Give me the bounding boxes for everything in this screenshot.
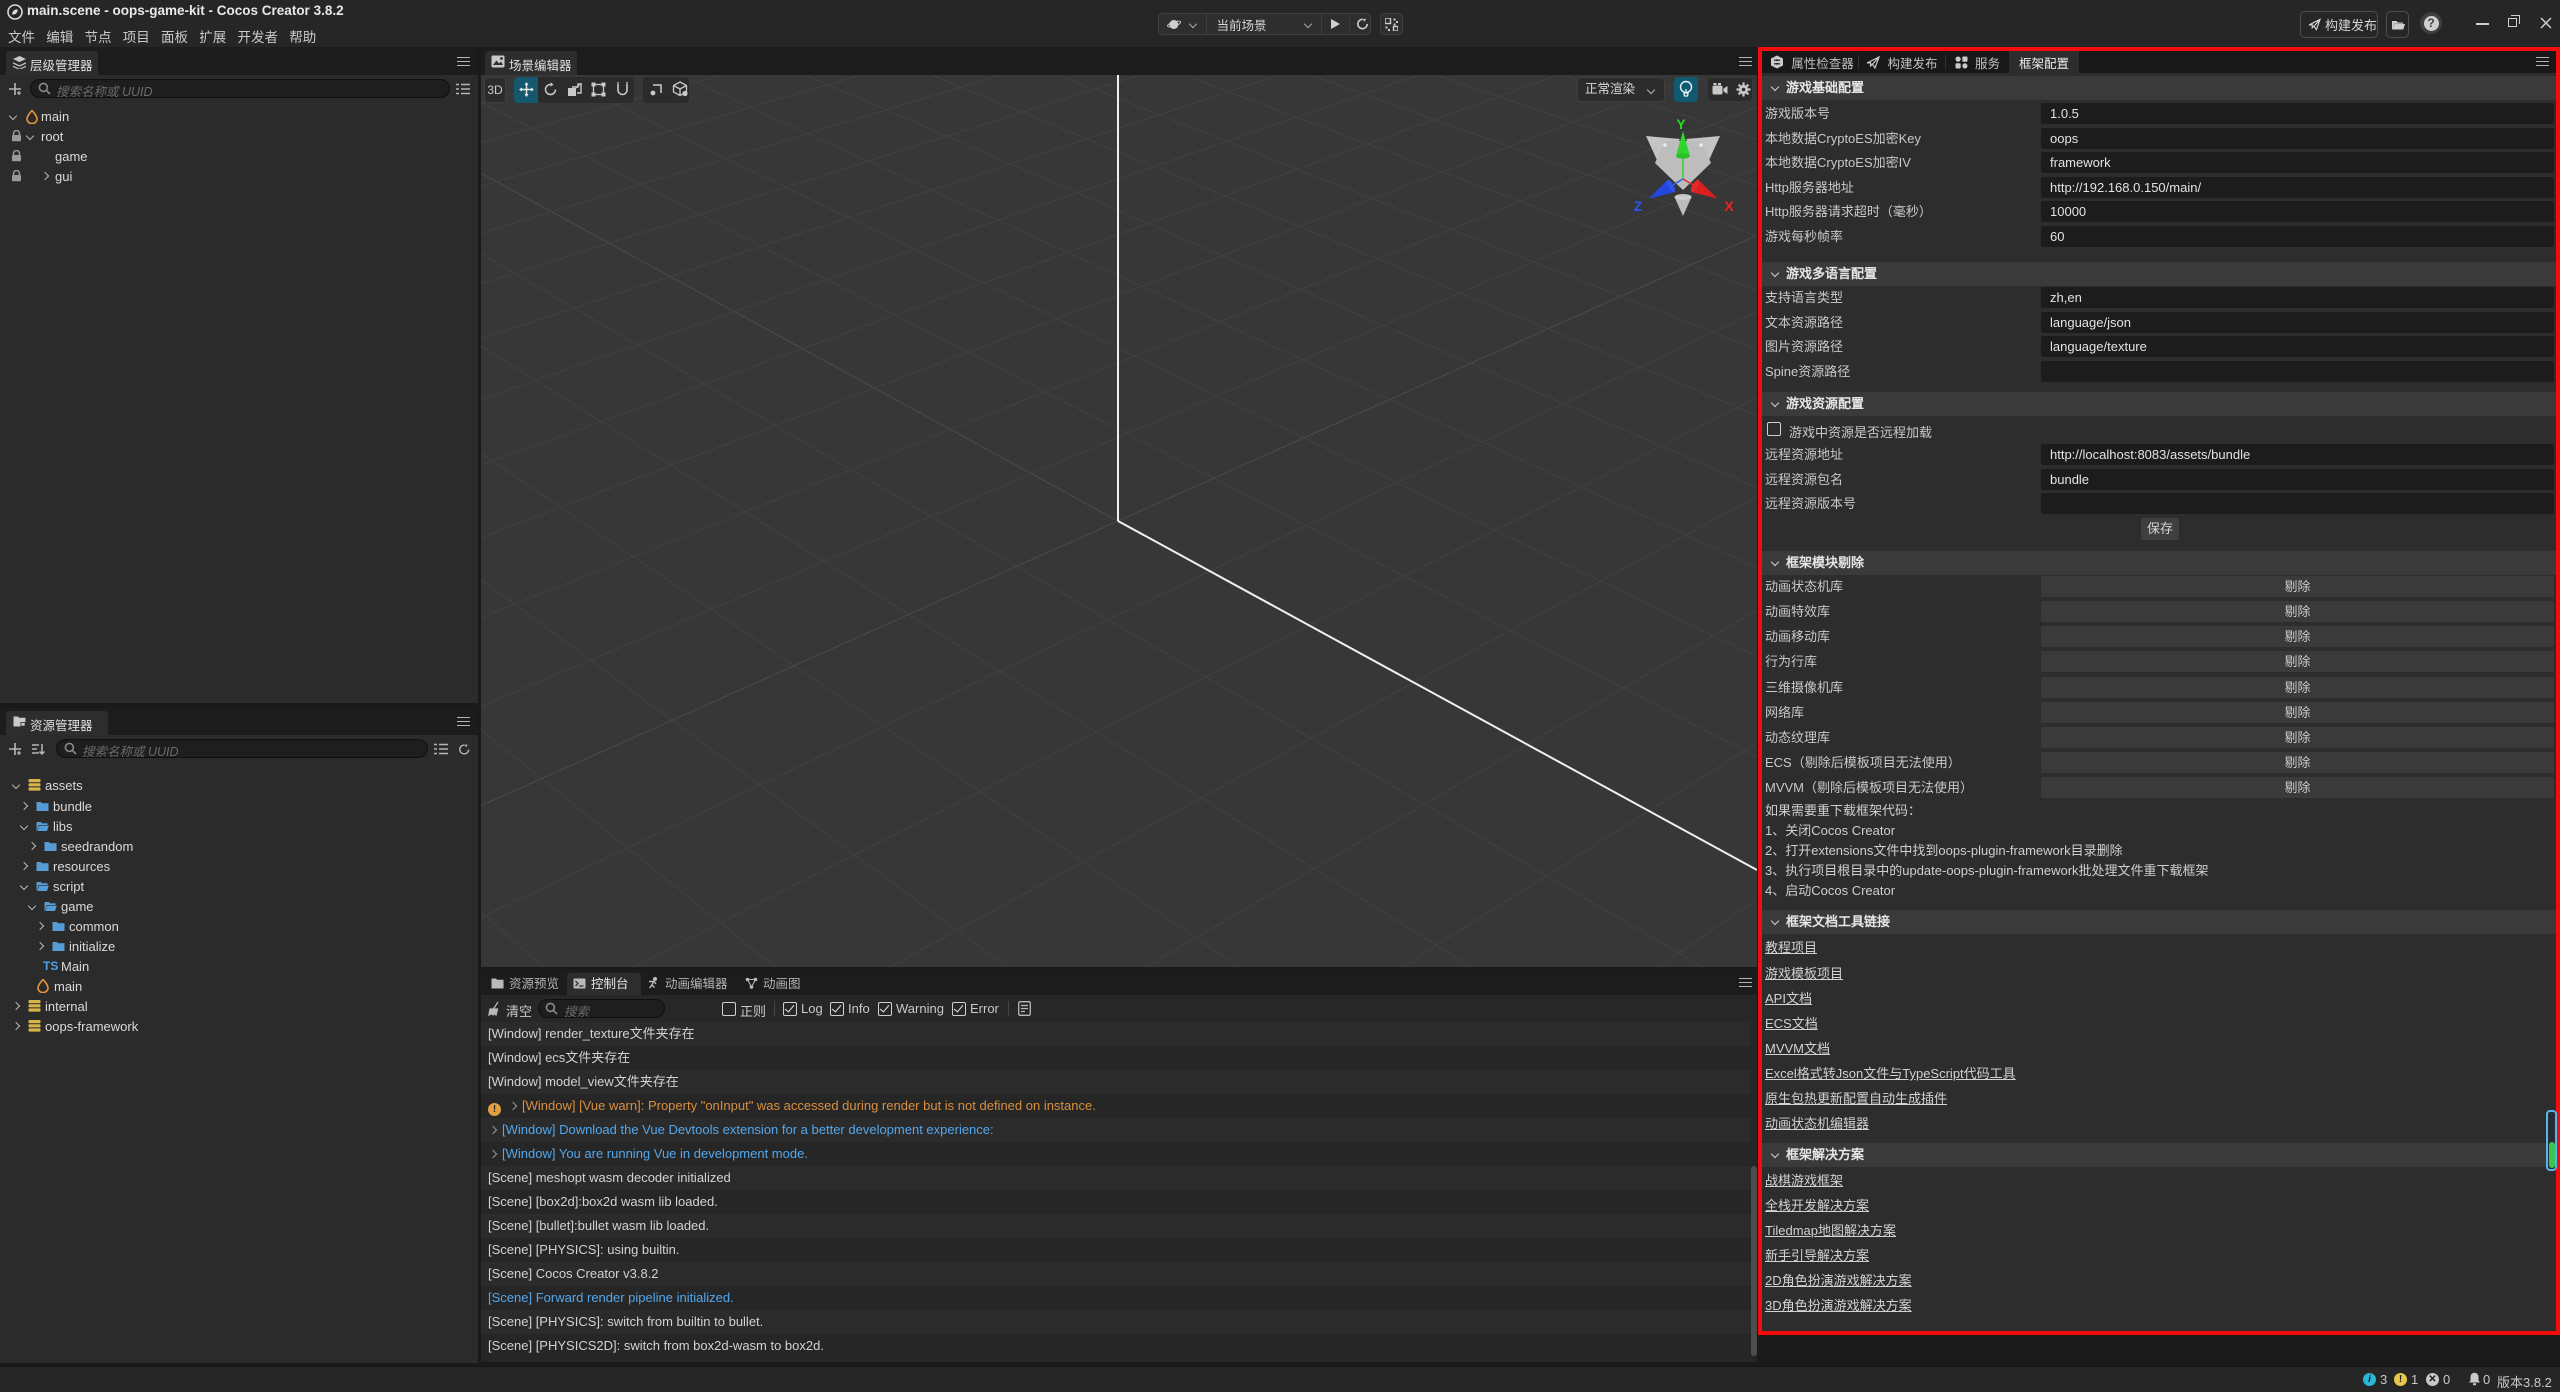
- svg-text:X: X: [1724, 198, 1734, 214]
- svg-text:Z: Z: [1634, 198, 1643, 214]
- svg-text:Y: Y: [1676, 116, 1686, 132]
